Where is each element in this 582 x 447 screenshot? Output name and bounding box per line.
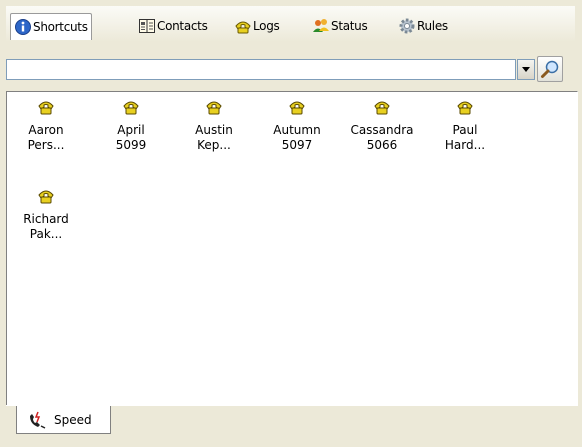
speed-dial-icon: [30, 411, 46, 429]
info-icon: [15, 19, 31, 35]
tab-shortcuts[interactable]: Shortcuts: [10, 13, 92, 40]
shortcut-detail: 5066: [366, 138, 398, 152]
shortcut-detail: Pers...: [27, 138, 65, 152]
phone-log-icon: [235, 21, 251, 34]
tab-speed[interactable]: Speed: [16, 406, 111, 434]
shortcut-detail: Kep...: [197, 138, 231, 152]
shortcut-item[interactable]: April 5099: [96, 98, 166, 153]
search-button[interactable]: [537, 56, 563, 82]
chevron-down-icon: [522, 67, 530, 72]
dropdown-button[interactable]: [517, 59, 535, 80]
shortcut-item[interactable]: Cassandra 5066: [347, 98, 417, 153]
tab-rules[interactable]: Rules: [398, 15, 448, 37]
phone-icon: [123, 101, 139, 115]
shortcut-name: Autumn: [273, 123, 321, 137]
phone-icon: [206, 101, 222, 115]
bottom-tab-bar: Speed: [6, 405, 578, 442]
people-status-icon: [313, 19, 329, 32]
tab-label: Rules: [417, 19, 448, 33]
shortcut-name: Aaron: [28, 123, 64, 137]
shortcut-item[interactable]: Paul Hard...: [430, 98, 500, 153]
tab-label: Status: [331, 19, 368, 33]
tab-label: Speed: [54, 412, 92, 427]
phone-icon: [38, 101, 54, 115]
shortcut-detail: Pak...: [29, 227, 63, 241]
tab-label: Shortcuts: [33, 20, 88, 34]
tab-label: Logs: [253, 19, 280, 33]
shortcut-name: April: [117, 123, 145, 137]
shortcut-detail: Hard...: [444, 138, 486, 152]
shortcut-detail: 5099: [115, 138, 147, 152]
tab-label: Contacts: [157, 19, 208, 33]
phone-icon: [38, 190, 54, 204]
toolbar: Shortcuts Contacts Logs Status Rules: [6, 6, 575, 42]
shortcut-name: Cassandra: [350, 123, 414, 137]
shortcut-name: Richard: [23, 212, 69, 226]
tab-contacts[interactable]: Contacts: [138, 15, 208, 37]
phone-icon: [289, 101, 305, 115]
search-input[interactable]: [6, 59, 516, 80]
search-icon: [541, 60, 559, 78]
address-book-icon: [139, 19, 155, 33]
shortcut-item[interactable]: Aaron Pers...: [11, 98, 81, 153]
shortcut-detail: 5097: [281, 138, 313, 152]
gear-icon: [399, 18, 415, 34]
search-bar: [6, 56, 581, 87]
shortcut-item[interactable]: Autumn 5097: [262, 98, 332, 153]
shortcut-item[interactable]: Austin Kep...: [179, 98, 249, 153]
shortcut-name: Austin: [195, 123, 233, 137]
phone-icon: [374, 101, 390, 115]
tab-status[interactable]: Status: [312, 15, 368, 37]
shortcut-list: Aaron Pers... April 5099 Austin Kep... A…: [6, 91, 578, 406]
shortcut-name: Paul: [452, 123, 478, 137]
shortcut-item[interactable]: Richard Pak...: [11, 187, 81, 242]
tab-logs[interactable]: Logs: [234, 15, 280, 37]
phone-icon: [457, 101, 473, 115]
